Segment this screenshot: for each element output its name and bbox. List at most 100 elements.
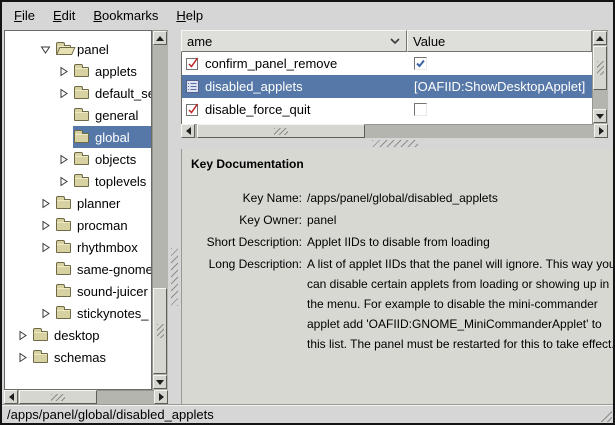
scroll-thumb[interactable] xyxy=(153,288,167,374)
folder-icon xyxy=(74,89,89,99)
table-row-disable-force-quit[interactable]: disable_force_quit xyxy=(182,98,592,121)
expander-right-icon[interactable] xyxy=(40,220,51,231)
expander-right-icon[interactable] xyxy=(58,154,69,165)
field-label-key-name: Key Name: xyxy=(191,188,302,208)
statusbar-key-path: /apps/panel/global/disabled_applets xyxy=(7,407,214,422)
expander-right-icon[interactable] xyxy=(58,66,69,77)
key-documentation-panel: Key Documentation Key Name: /apps/panel/… xyxy=(181,149,613,404)
scroll-right-button[interactable] xyxy=(594,124,608,138)
tree-item-label: general xyxy=(95,108,138,123)
folder-icon xyxy=(33,331,48,341)
tree-item-toplevels[interactable]: toplevels xyxy=(5,170,151,192)
folder-tree: panel applets default_se general global … xyxy=(4,30,152,390)
pane-splitter-horizontal[interactable] xyxy=(181,138,608,149)
folder-icon xyxy=(74,67,89,77)
expander-right-icon[interactable] xyxy=(17,330,28,341)
folder-icon xyxy=(74,133,89,143)
resize-grip[interactable] xyxy=(598,408,612,422)
tree-horizontal-scrollbar xyxy=(4,390,168,404)
value-checkbox-checked[interactable] xyxy=(414,57,427,70)
field-label-long-description: Long Description: xyxy=(191,254,302,354)
tree-item-label: same-gnome xyxy=(77,262,152,277)
folder-icon xyxy=(74,155,89,165)
menu-edit[interactable]: Edit xyxy=(44,3,84,28)
scroll-down-button[interactable] xyxy=(153,375,167,389)
docs-heading: Key Documentation xyxy=(191,157,607,171)
expander-right-icon[interactable] xyxy=(40,242,51,253)
scroll-right-button[interactable] xyxy=(154,390,168,404)
open-folder-icon xyxy=(56,45,71,55)
tree-item-label: schemas xyxy=(54,350,106,365)
tree-item-stickynotes[interactable]: stickynotes_ xyxy=(5,302,151,324)
menu-help[interactable]: Help xyxy=(167,3,212,28)
field-value-key-name: /apps/panel/global/disabled_applets xyxy=(307,188,613,208)
tree-item-desktop[interactable]: desktop xyxy=(5,324,151,346)
scroll-left-button[interactable] xyxy=(4,390,18,404)
list-key-icon xyxy=(186,80,199,93)
value-checkbox-unchecked[interactable] xyxy=(414,103,427,116)
field-label-short-description: Short Description: xyxy=(191,232,302,252)
menu-bookmarks[interactable]: Bookmarks xyxy=(84,3,167,28)
tree-item-planner[interactable]: planner xyxy=(5,192,151,214)
expander-right-icon[interactable] xyxy=(40,198,51,209)
pane-splitter-vertical[interactable] xyxy=(168,30,181,404)
tree-item-label: toplevels xyxy=(95,174,146,189)
key-table: confirm_panel_remove disabled_applets [O… xyxy=(181,52,592,124)
tree-item-applets[interactable]: applets xyxy=(5,60,151,82)
scroll-thumb[interactable] xyxy=(197,124,365,138)
scroll-thumb[interactable] xyxy=(19,390,97,404)
splitter-grip-icon xyxy=(171,248,178,306)
tree-item-panel[interactable]: panel xyxy=(5,38,151,60)
field-value-key-owner: panel xyxy=(307,210,613,230)
table-row-disabled-applets[interactable]: disabled_applets [OAFIID:ShowDesktopAppl… xyxy=(182,75,592,98)
folder-icon xyxy=(74,111,89,121)
folder-icon xyxy=(56,221,71,231)
tree-item-same-gnome[interactable]: same-gnome xyxy=(5,258,151,280)
folder-icon xyxy=(56,265,71,275)
tree-item-label: default_se xyxy=(95,86,152,101)
folder-icon xyxy=(56,309,71,319)
scroll-up-button[interactable] xyxy=(593,31,607,45)
tree-item-label: procman xyxy=(77,218,128,233)
tree-item-rhythmbox[interactable]: rhythmbox xyxy=(5,236,151,258)
tree-item-label: global xyxy=(95,130,130,145)
table-horizontal-scrollbar xyxy=(181,124,608,138)
tree-vertical-scrollbar xyxy=(152,30,168,390)
tree-item-schemas[interactable]: schemas xyxy=(5,346,151,368)
tree-item-label: rhythmbox xyxy=(77,240,138,255)
expander-right-icon[interactable] xyxy=(17,352,28,363)
folder-icon xyxy=(56,243,71,253)
tree-item-label: applets xyxy=(95,64,137,79)
expander-right-icon[interactable] xyxy=(40,308,51,319)
column-header-name[interactable]: ame xyxy=(181,30,407,52)
column-header-value[interactable]: Value xyxy=(407,30,592,52)
scroll-thumb[interactable] xyxy=(593,46,607,90)
tree-item-global[interactable]: global xyxy=(5,126,151,148)
scroll-down-button[interactable] xyxy=(593,109,607,123)
splitter-grip-icon xyxy=(372,140,418,147)
app-window: File Edit Bookmarks Help panel applets d… xyxy=(0,0,615,425)
tree-item-general[interactable]: general xyxy=(5,104,151,126)
tree-item-label: sound-juicer xyxy=(77,284,148,299)
tree-item-label: planner xyxy=(77,196,120,211)
folder-icon xyxy=(33,353,48,363)
tree-item-procman[interactable]: procman xyxy=(5,214,151,236)
bool-key-icon xyxy=(186,57,199,70)
field-value-long-description: A list of applet IIDs that the panel wil… xyxy=(307,254,613,354)
table-row-confirm-panel-remove[interactable]: confirm_panel_remove xyxy=(182,52,592,75)
scroll-up-button[interactable] xyxy=(153,31,167,45)
folder-icon xyxy=(56,287,71,297)
tree-item-objects[interactable]: objects xyxy=(5,148,151,170)
expander-right-icon[interactable] xyxy=(58,176,69,187)
tree-item-sound-juicer[interactable]: sound-juicer xyxy=(5,280,151,302)
statusbar: /apps/panel/global/disabled_applets xyxy=(2,404,613,423)
tree-item-default-setup[interactable]: default_se xyxy=(5,82,151,104)
menu-file[interactable]: File xyxy=(5,3,44,28)
expander-right-icon[interactable] xyxy=(58,88,69,99)
value-text: [OAFIID:ShowDesktopApplet] xyxy=(414,79,585,94)
scroll-left-button[interactable] xyxy=(181,124,195,138)
expander-down-icon[interactable] xyxy=(40,44,51,55)
tree-item-label: desktop xyxy=(54,328,100,343)
folder-icon xyxy=(56,199,71,209)
field-value-short-description: Applet IIDs to disable from loading xyxy=(307,232,613,252)
